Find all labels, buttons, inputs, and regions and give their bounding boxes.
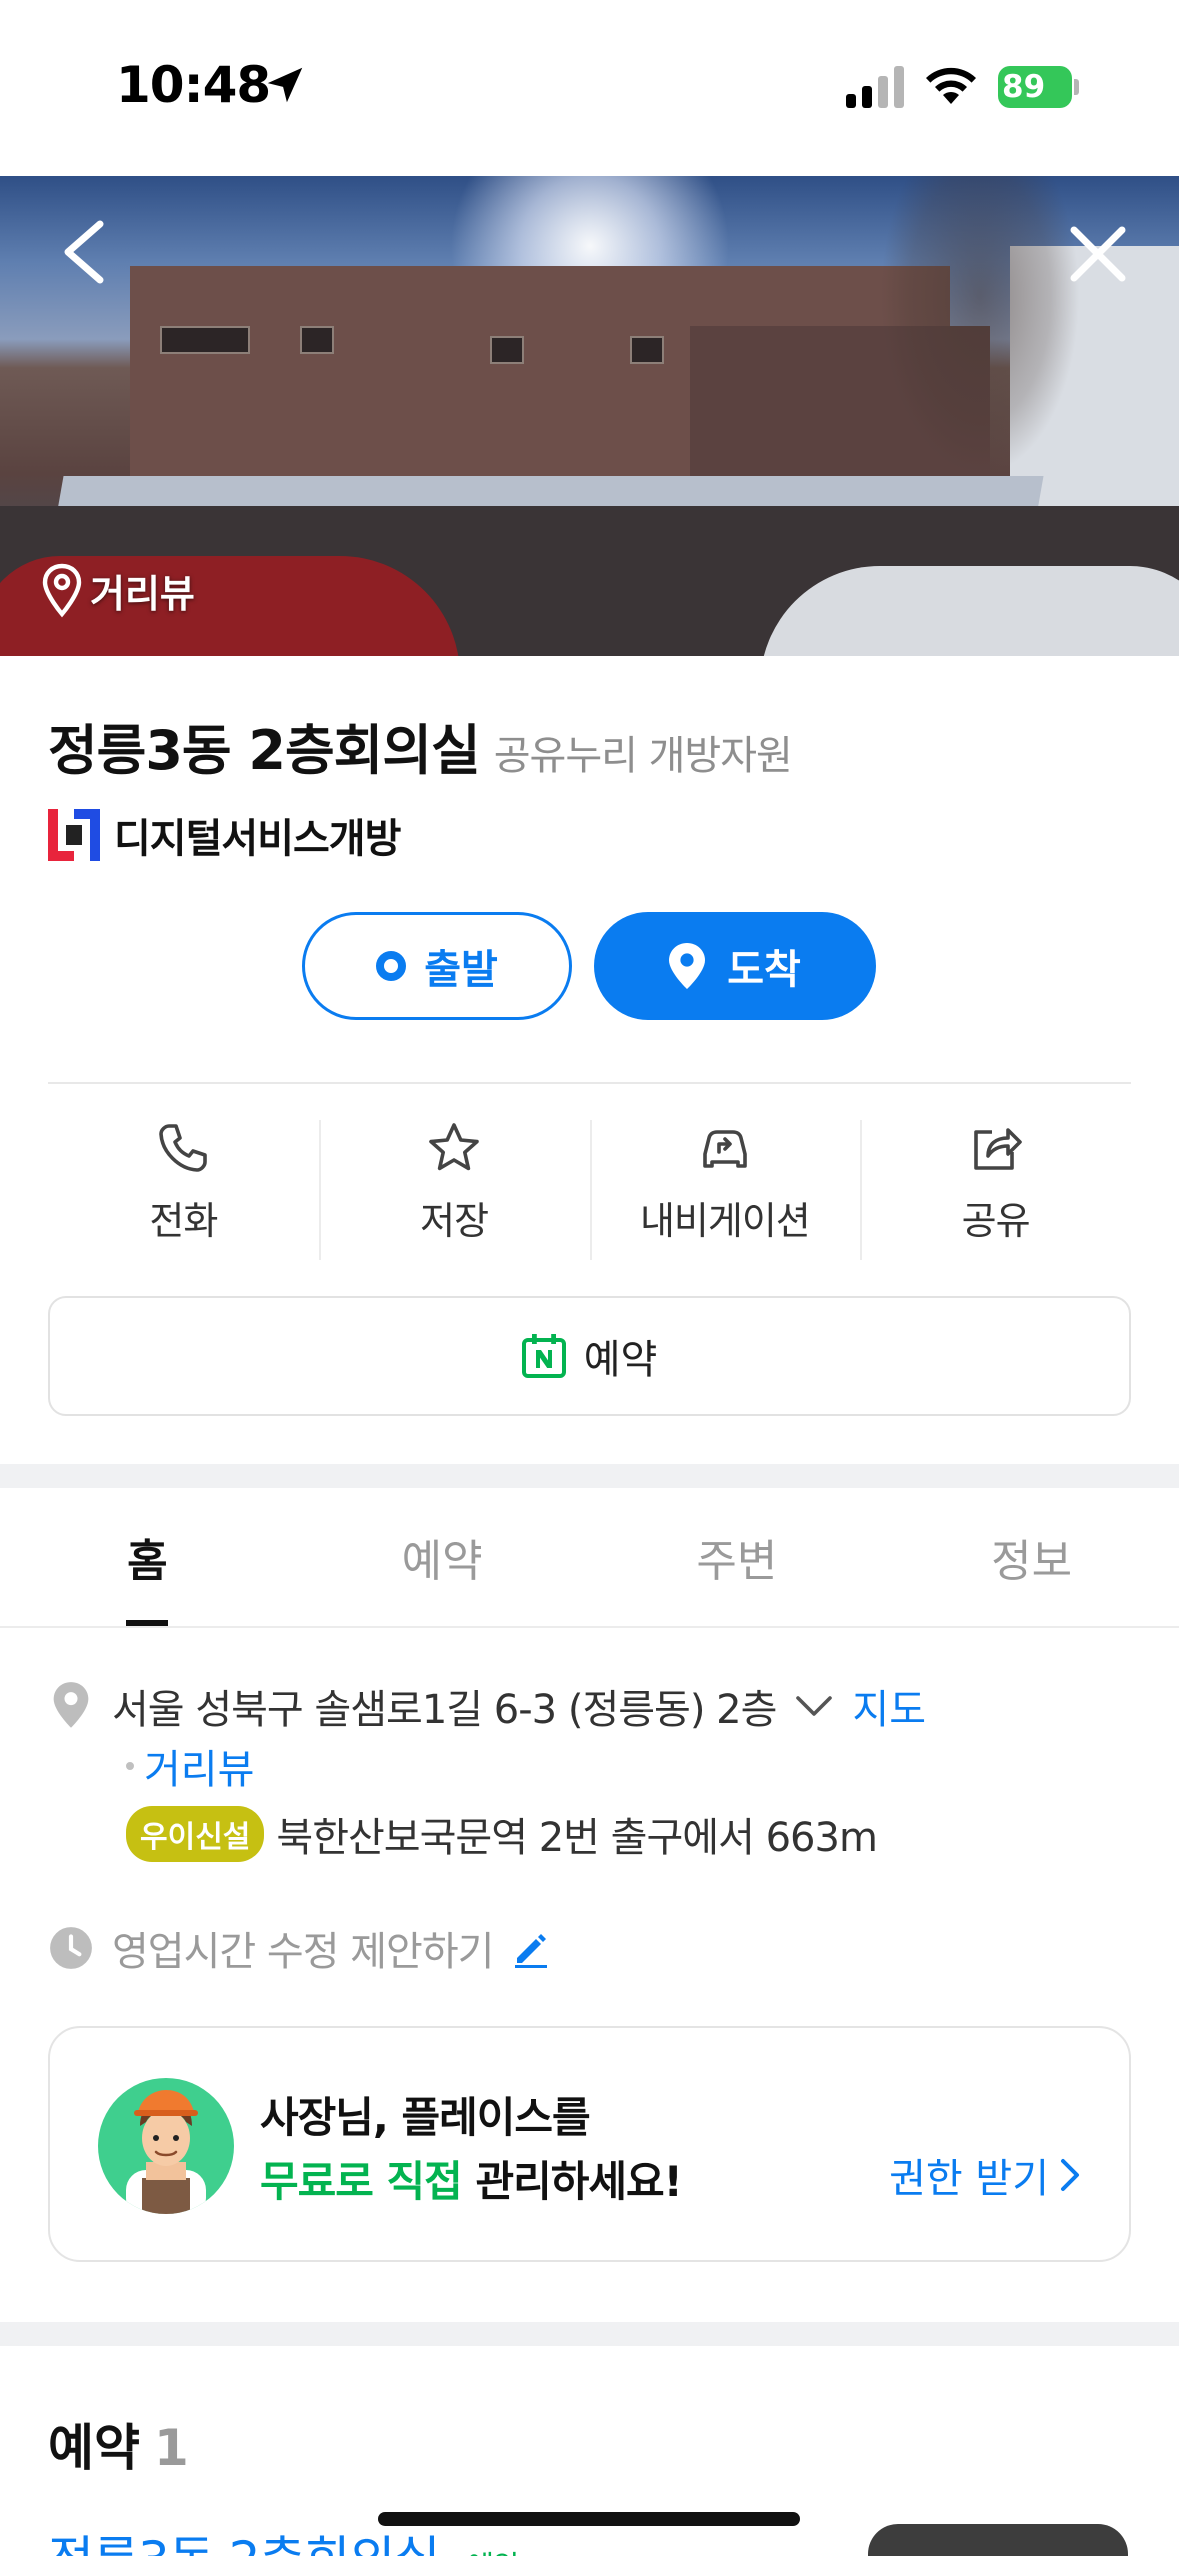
hero-car: [760, 566, 1179, 656]
place-category: 공유누리 개방자원: [493, 733, 793, 779]
battery-cap: [1074, 79, 1079, 95]
location-pin-outline-icon: [42, 563, 82, 618]
car-navigation-icon: [703, 1130, 747, 1168]
provider-row[interactable]: 디지털서비스개방: [48, 808, 401, 862]
tab-bar: 홈 예약 주변 정보: [0, 1488, 1179, 1628]
navigation-action[interactable]: 내비게이션: [589, 1120, 861, 1260]
address-block: 서울 성북구 솔샘로1길 6-3 (정릉동) 2층 지도 거리뷰 우이신설 북한…: [48, 1676, 1148, 1862]
hero-window: [490, 336, 524, 364]
call-label: 전화: [149, 1199, 218, 1243]
cellular-signal-icon: [846, 66, 904, 108]
hero-tree: [880, 176, 1080, 476]
destination-pin-icon: [669, 943, 706, 989]
place-title: 정릉3동 2층회의실: [48, 719, 481, 782]
star-icon: [429, 1123, 479, 1171]
tab-reservation[interactable]: 예약: [295, 1488, 590, 1626]
depart-label: 출발: [424, 947, 498, 993]
streetview-link-row: 거리뷰: [126, 1738, 254, 1794]
close-icon[interactable]: [1070, 226, 1126, 282]
section-gap: [0, 2322, 1179, 2346]
reservation-section-header: 예약 1: [48, 2408, 189, 2480]
arrive-button[interactable]: 도착: [594, 912, 876, 1020]
battery-level: 89: [998, 66, 1072, 108]
reserve-button[interactable]: 예약: [48, 1296, 1131, 1416]
hero-window: [300, 326, 334, 354]
digital-service-logo-icon: [48, 809, 100, 861]
tab-home[interactable]: 홈: [0, 1488, 295, 1626]
reserve-label: 예약: [583, 1337, 658, 1383]
reservation-item-thumbnail[interactable]: [868, 2524, 1128, 2556]
save-label: 저장: [420, 1199, 489, 1243]
bullet-dot: [126, 1762, 134, 1770]
chevron-down-icon[interactable]: [794, 1694, 834, 1718]
hero-window: [160, 326, 250, 354]
address-text: 서울 성북구 솔샘로1길 6-3 (정릉동) 2층: [112, 1687, 777, 1733]
call-action[interactable]: 전화: [48, 1120, 319, 1260]
reservation-section-title: 예약: [48, 2419, 140, 2477]
location-pin-icon: [53, 1682, 89, 1728]
depart-button[interactable]: 출발: [302, 912, 572, 1020]
streetview-button[interactable]: 거리뷰: [40, 560, 195, 620]
hero-photo[interactable]: 거리뷰: [0, 176, 1179, 656]
phone-icon: [159, 1124, 208, 1172]
owner-illustration-icon: [126, 2090, 206, 2214]
get-permission-label: 권한 받기: [889, 2156, 1049, 2202]
get-permission-link[interactable]: 권한 받기: [889, 2146, 1081, 2204]
tab-nearby[interactable]: 주변: [590, 1488, 885, 1626]
subway-distance: 북한산보국문역 2번 출구에서 663m: [276, 1815, 878, 1861]
navigation-label: 내비게이션: [639, 1199, 811, 1243]
naver-booking-icon: [521, 1334, 566, 1378]
back-arrow-icon[interactable]: [60, 220, 106, 284]
location-arrow-icon: [267, 67, 303, 103]
hours-suggest-text: 영업시간 수정 제안하기: [112, 1929, 494, 1975]
chevron-right-icon: [1061, 2159, 1079, 2191]
owner-promo-line1: 사장님, 플레이스를: [260, 2093, 591, 2142]
reservation-item-badge: 예약: [466, 2550, 519, 2556]
edit-pencil-icon: [515, 1934, 548, 1968]
section-gap: [0, 1464, 1179, 1488]
streetview-label: 거리뷰: [90, 571, 195, 616]
status-bar: 10:48 89: [0, 0, 1179, 176]
arrive-label: 도착: [727, 947, 801, 993]
tab-info[interactable]: 정보: [884, 1488, 1179, 1626]
clock-icon: [50, 1927, 92, 1969]
owner-promo-card[interactable]: 사장님, 플레이스를 무료로 직접 관리하세요! 권한 받기: [48, 2026, 1131, 2262]
share-icon: [973, 1128, 1022, 1170]
share-action[interactable]: 공유: [860, 1120, 1131, 1260]
provider-name: 디지털서비스개방: [114, 816, 401, 862]
quick-actions: 전화 저장 내비게이션 공유: [48, 1120, 1131, 1260]
reservation-item-name: 정릉3동 2층회의실: [48, 2531, 441, 2556]
origin-dot-icon: [376, 951, 407, 981]
subway-line-badge: 우이신설: [126, 1806, 265, 1862]
hours-row[interactable]: 영업시간 수정 제안하기: [48, 1918, 551, 1978]
share-label: 공유: [961, 1199, 1031, 1243]
divider: [48, 1082, 1131, 1084]
wifi-icon: [926, 67, 976, 104]
address-line: 서울 성북구 솔샘로1길 6-3 (정릉동) 2층 지도: [48, 1676, 1148, 1736]
subway-info: 우이신설 북한산보국문역 2번 출구에서 663m: [126, 1804, 878, 1864]
map-link[interactable]: 지도: [852, 1677, 926, 1735]
streetview-link[interactable]: 거리뷰: [144, 1737, 254, 1795]
owner-promo-line2: 무료로 직접 관리하세요!: [260, 2148, 683, 2209]
status-time: 10:48: [116, 56, 271, 114]
owner-promo-highlight: 무료로 직접: [260, 2157, 463, 2206]
owner-avatar: [98, 2078, 234, 2214]
owner-promo-rest: 관리하세요!: [461, 2157, 682, 2206]
place-header: 정릉3동 2층회의실 공유누리 개방자원: [48, 706, 1148, 782]
home-indicator: [378, 2512, 800, 2526]
battery-indicator: 89: [998, 66, 1080, 108]
hero-window: [630, 336, 664, 364]
reservation-section-count: 1: [154, 2419, 189, 2477]
save-action[interactable]: 저장: [318, 1120, 590, 1260]
